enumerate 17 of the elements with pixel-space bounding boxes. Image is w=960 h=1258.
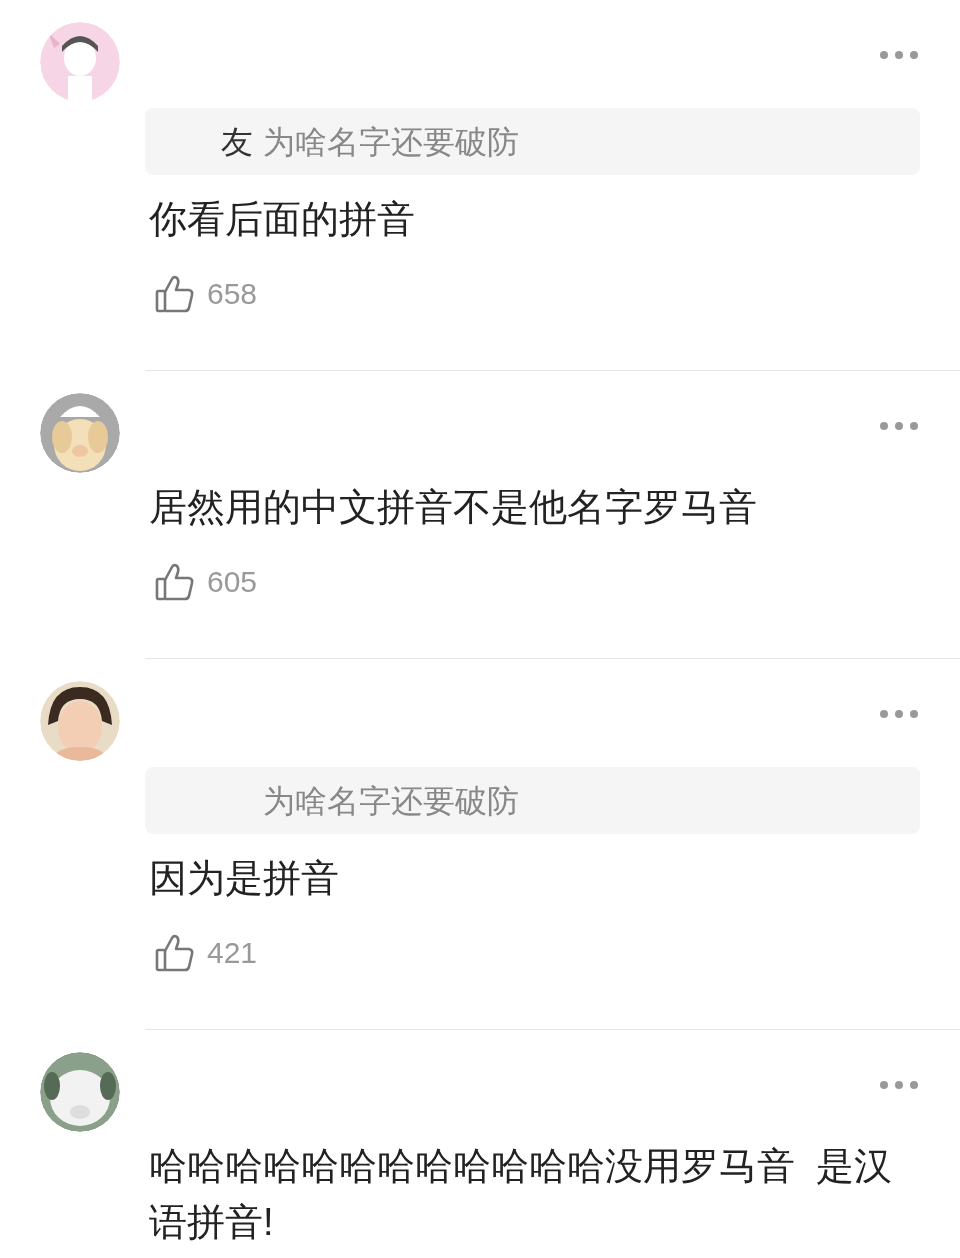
more-icon[interactable]	[880, 422, 918, 430]
quote-text: 为啥名字还要破防	[263, 122, 519, 162]
like-count: 421	[207, 935, 258, 971]
thumbs-up-icon[interactable]	[155, 561, 195, 602]
thumbs-up-icon[interactable]	[155, 273, 195, 314]
comment-text: 居然用的中文拼音不是他名字罗马音	[148, 485, 758, 530]
like-count: 658	[207, 276, 258, 312]
more-icon[interactable]	[880, 51, 918, 59]
quote-author: 友	[221, 122, 253, 162]
like-count: 605	[207, 564, 258, 600]
more-icon[interactable]	[880, 710, 918, 718]
thumbs-up-icon[interactable]	[155, 932, 195, 973]
more-icon[interactable]	[880, 1081, 918, 1089]
quote-text: 为啥名字还要破防	[263, 781, 519, 821]
comment-text: 哈哈哈哈哈哈哈哈哈哈哈哈没用罗马音 是汉语拼音!	[148, 1144, 894, 1245]
comment-text: 你看后面的拼音	[148, 197, 416, 242]
comment-text: 因为是拼音	[148, 856, 340, 901]
